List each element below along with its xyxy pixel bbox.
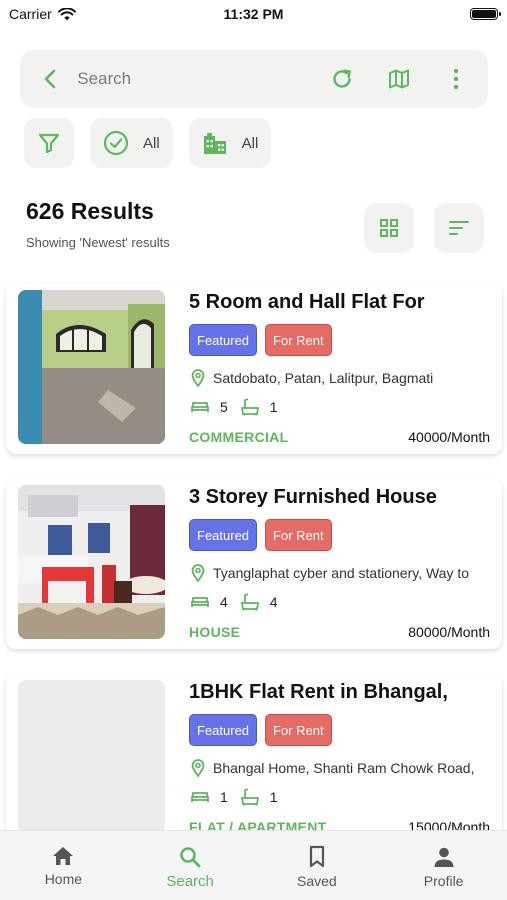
sort-icon: [449, 221, 469, 235]
location-text: Satdobato, Patan, Lalitpur, Bagmati: [213, 370, 434, 386]
bathroom-count: 1: [269, 789, 278, 805]
bath-icon: [240, 398, 259, 416]
bedroom-count: 5: [220, 399, 228, 415]
refresh-button[interactable]: [328, 65, 355, 93]
featured-badge: Featured: [189, 324, 258, 356]
filter-icon: [38, 133, 60, 154]
bookmark-icon: [309, 845, 324, 868]
listing-specs: 5 1: [190, 398, 290, 416]
nav-saved-label: Saved: [297, 873, 337, 889]
listing-title: 1BHK Flat Rent in Bhangal,: [189, 681, 448, 703]
listing-category: HOUSE: [189, 624, 241, 640]
featured-badge: Featured: [189, 714, 258, 746]
grid-view-button[interactable]: [364, 203, 414, 253]
nav-search-label: Search: [166, 873, 214, 890]
map-button[interactable]: [386, 65, 413, 93]
search-input[interactable]: [77, 69, 299, 89]
results-subtitle: Showing 'Newest' results: [26, 235, 170, 250]
buildings-icon: [203, 133, 226, 154]
check-circle-icon: [103, 130, 129, 156]
bath-icon: [240, 593, 259, 611]
bed-icon: [191, 597, 209, 607]
bathroom-count: 4: [269, 594, 278, 610]
listing-location: Tyanglaphat cyber and stationery, Way to: [191, 564, 494, 582]
listing-location: Bhangal Home, Shanti Ram Chowk Road,: [191, 759, 494, 777]
status-bar: Carrier 11:32 PM: [0, 0, 507, 28]
listing-price: 40000/Month: [408, 429, 490, 445]
listing-card[interactable]: 1BHK Flat Rent in Bhangal, Featured For …: [6, 674, 502, 844]
person-icon: [434, 847, 454, 867]
location-text: Bhangal Home, Shanti Ram Chowk Road,: [213, 760, 475, 776]
location-pin-icon: [191, 564, 205, 582]
listing-category: COMMERCIAL: [189, 429, 289, 445]
listing-title: 5 Room and Hall Flat For: [189, 291, 425, 313]
listing-price: 80000/Month: [408, 624, 490, 640]
status-filter-chip[interactable]: All: [90, 118, 173, 168]
map-icon: [389, 69, 410, 89]
more-vertical-icon: [454, 68, 459, 90]
bed-icon: [191, 792, 209, 802]
listing-specs: 1 1: [190, 788, 290, 806]
status-time: 11:32 PM: [223, 6, 284, 22]
nav-profile[interactable]: Profile: [380, 831, 507, 900]
listing-photo-placeholder: [18, 680, 165, 834]
featured-badge: Featured: [189, 519, 258, 551]
nav-home[interactable]: Home: [0, 831, 127, 900]
filter-button[interactable]: [24, 118, 74, 168]
location-pin-icon: [191, 759, 205, 777]
listing-photo: [18, 290, 165, 444]
listing-card[interactable]: 5 Room and Hall Flat For Featured For Re…: [6, 284, 502, 454]
bed-icon: [191, 402, 209, 412]
nav-profile-label: Profile: [423, 873, 464, 889]
battery-icon: [470, 8, 501, 20]
status-filter-label: All: [143, 134, 160, 152]
listing-location: Satdobato, Patan, Lalitpur, Bagmati: [191, 369, 494, 387]
location-pin-icon: [191, 369, 205, 387]
nav-saved[interactable]: Saved: [254, 831, 381, 900]
sort-button[interactable]: [434, 203, 484, 253]
for-rent-badge: For Rent: [265, 324, 332, 356]
search-icon: [180, 847, 201, 868]
back-button[interactable]: [36, 65, 63, 93]
results-count: 626 Results: [26, 198, 154, 224]
bottom-nav: Home Search Saved Profile: [0, 830, 507, 900]
grid-view-icon: [380, 219, 398, 237]
home-icon: [53, 847, 74, 865]
nav-home-label: Home: [44, 871, 83, 887]
back-arrow-icon: [44, 69, 55, 89]
search-bar: [20, 50, 488, 108]
nav-search[interactable]: Search: [127, 831, 254, 900]
bedroom-count: 4: [220, 594, 228, 610]
for-rent-badge: For Rent: [265, 519, 332, 551]
type-filter-chip[interactable]: All: [188, 118, 272, 168]
listing-badges: Featured For Rent: [189, 714, 332, 746]
for-rent-badge: For Rent: [265, 714, 332, 746]
type-filter-label: All: [241, 134, 259, 152]
listing-badges: Featured For Rent: [189, 519, 332, 551]
listing-photo: [18, 485, 165, 639]
bedroom-count: 1: [220, 789, 228, 805]
bath-icon: [240, 788, 259, 806]
listing-title: 3 Storey Furnished House: [189, 486, 437, 508]
bathroom-count: 1: [269, 399, 278, 415]
battery-level: [472, 10, 496, 18]
location-text: Tyanglaphat cyber and stationery, Way to: [213, 565, 470, 581]
listing-card[interactable]: 3 Storey Furnished House Featured For Re…: [6, 479, 502, 649]
more-options-button[interactable]: [443, 65, 470, 93]
refresh-icon: [333, 69, 351, 88]
listing-specs: 4 4: [190, 593, 290, 611]
listing-badges: Featured For Rent: [189, 324, 332, 356]
filter-row: All All: [24, 118, 272, 168]
